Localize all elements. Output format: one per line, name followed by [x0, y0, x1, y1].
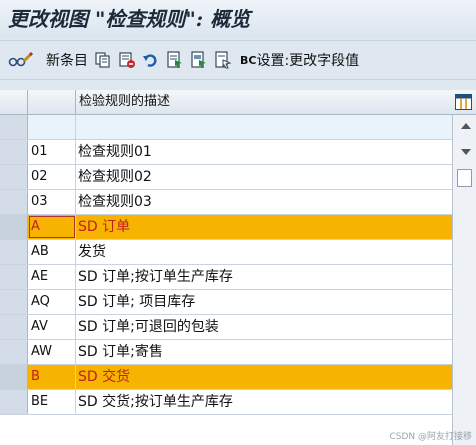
undo-icon [143, 54, 157, 67]
new-entries-button[interactable]: 新条目 [46, 50, 88, 70]
table-config-icon [455, 94, 472, 110]
row-selector[interactable] [0, 240, 28, 264]
delete-button[interactable] [118, 51, 136, 69]
rule-key-cell: 03 [28, 190, 76, 214]
deselect-all-button[interactable] [214, 51, 232, 69]
table-row[interactable]: 03 检查规则03 [0, 190, 452, 215]
table-row-highlighted[interactable]: B SD 交货 [0, 365, 452, 390]
table-header: 检验规则的描述 [0, 90, 476, 115]
bc-set-change-field-values-button[interactable]: BC 设置:更改字段值 [240, 50, 359, 70]
row-selector[interactable] [0, 390, 28, 414]
rule-description-cell[interactable]: SD 订单;寄售 [76, 340, 452, 364]
copy-icon [95, 52, 110, 68]
select-block-icon [191, 51, 206, 68]
rules-table: 检验规则的描述 01 检查规则01 02 检查规则02 03 检查规则03 A … [0, 90, 476, 445]
table-row[interactable] [0, 115, 452, 140]
vertical-scrollbar[interactable] [452, 115, 476, 445]
rule-description-cell[interactable]: SD 交货;按订单生产库存 [76, 390, 452, 414]
rule-key-cell: AE [28, 265, 76, 289]
row-selector[interactable] [0, 140, 28, 164]
table-row[interactable]: AV SD 订单;可退回的包装 [0, 315, 452, 340]
watermark: CSDN @阿友打接移 [389, 432, 472, 442]
select-all-button[interactable] [166, 51, 184, 69]
display-change-button[interactable] [8, 51, 34, 69]
rule-key-cell: AV [28, 315, 76, 339]
table-row[interactable]: 01 检查规则01 [0, 140, 452, 165]
rule-description-cell[interactable]: SD 订单 [76, 215, 452, 239]
row-selector[interactable] [0, 290, 28, 314]
rule-key-cell: AQ [28, 290, 76, 314]
table-row-highlighted[interactable]: A SD 订单 [0, 215, 452, 240]
select-all-rows-cell[interactable] [0, 90, 28, 114]
table-row[interactable]: AQ SD 订单; 项目库存 [0, 290, 452, 315]
rule-description-cell[interactable]: 检查规则02 [76, 165, 452, 189]
scroll-up-icon[interactable] [461, 123, 471, 129]
glasses-pencil-icon [8, 51, 34, 67]
table-row[interactable]: BE SD 交货;按订单生产库存 [0, 390, 452, 415]
rule-key-cell: 01 [28, 140, 76, 164]
bc-set-label: 设置:更改字段值 [256, 53, 360, 69]
rule-description-cell[interactable] [76, 115, 452, 139]
rule-description-cell[interactable]: 检查规则01 [76, 140, 452, 164]
rule-description-cell[interactable]: 发货 [76, 240, 452, 264]
copy-as-button[interactable] [94, 51, 112, 69]
select-all-icon [167, 51, 182, 68]
window-title: 更改视图 "检查规则": 概览 [0, 0, 476, 38]
rule-key-cell: BE [28, 390, 76, 414]
row-selector[interactable] [0, 315, 28, 339]
rule-key-cell[interactable] [28, 115, 76, 139]
delete-rows-icon [119, 52, 135, 68]
key-column-header [28, 90, 76, 114]
select-block-button[interactable] [190, 51, 208, 69]
rule-key-cell: AB [28, 240, 76, 264]
rule-description-cell[interactable]: SD 交货 [76, 365, 452, 389]
table-row[interactable]: AW SD 订单;寄售 [0, 340, 452, 365]
rule-key-cell: 02 [28, 165, 76, 189]
rule-key-cell: B [28, 365, 76, 389]
undo-change-button[interactable] [142, 51, 160, 69]
deselect-all-icon [215, 51, 232, 69]
scroll-down-icon[interactable] [461, 149, 471, 155]
row-selector[interactable] [0, 115, 28, 139]
table-row[interactable]: 02 检查规则02 [0, 165, 452, 190]
rule-description-cell[interactable]: SD 订单; 项目库存 [76, 290, 452, 314]
row-selector[interactable] [0, 265, 28, 289]
rule-key-cell: AW [28, 340, 76, 364]
row-selector[interactable] [0, 165, 28, 189]
table-row[interactable]: AB 发货 [0, 240, 452, 265]
table-settings-button[interactable] [455, 94, 472, 114]
description-column-header: 检验规则的描述 [79, 94, 171, 109]
scroll-thumb[interactable] [457, 169, 472, 187]
rule-key-cell: A [28, 215, 76, 239]
toolbar: 新条目 BC 设置:更改字段值 [0, 40, 476, 80]
rule-description-cell[interactable]: 检查规则03 [76, 190, 452, 214]
row-selector[interactable] [0, 215, 28, 239]
rule-description-cell[interactable]: SD 订单;可退回的包装 [76, 315, 452, 339]
rule-description-cell[interactable]: SD 订单;按订单生产库存 [76, 265, 452, 289]
bc-prefix: BC [240, 53, 257, 67]
row-selector[interactable] [0, 190, 28, 214]
row-selector[interactable] [0, 365, 28, 389]
table-row[interactable]: AE SD 订单;按订单生产库存 [0, 265, 452, 290]
row-selector[interactable] [0, 340, 28, 364]
